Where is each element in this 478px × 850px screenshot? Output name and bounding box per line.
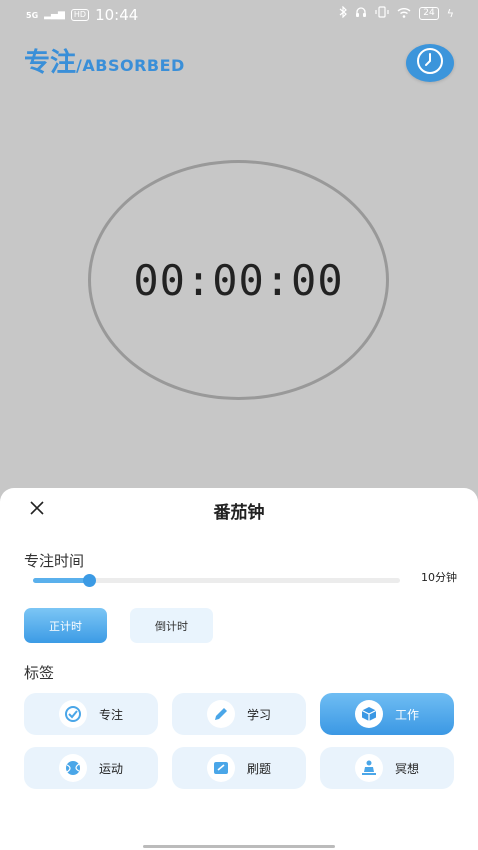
- tags-label: 标签: [24, 664, 55, 682]
- timer-display: 00:00:00: [133, 255, 344, 305]
- countdown-button[interactable]: 倒计时: [130, 608, 213, 643]
- meditation-icon: [354, 754, 383, 782]
- status-left: 5G ▂▄▆ HD 10:44: [26, 6, 138, 24]
- tag-label: 学习: [246, 707, 271, 722]
- edit-icon: [206, 754, 235, 782]
- slider-fill: [33, 578, 89, 583]
- timer-ring: 00:00:00: [88, 160, 389, 400]
- tag-label: 运动: [98, 761, 123, 776]
- clock-icon: [415, 46, 445, 80]
- tag-sport[interactable]: 运动: [24, 747, 158, 789]
- tag-study[interactable]: 学习: [172, 693, 306, 735]
- app-title: 专注 /ABSORBED: [24, 42, 185, 79]
- home-indicator[interactable]: [143, 845, 335, 848]
- box-icon: [354, 700, 383, 728]
- close-icon: [30, 500, 44, 519]
- pomodoro-sheet: 番茄钟 专注时间 10分钟 正计时 倒计时 标签 专注 学习 工作 运动 刷题 …: [0, 488, 478, 850]
- close-button[interactable]: [26, 498, 48, 520]
- app-title-en: /ABSORBED: [76, 56, 185, 75]
- status-right: 24 ϟ: [339, 5, 454, 21]
- bluetooth-icon: [339, 5, 348, 21]
- slider-thumb[interactable]: [83, 574, 96, 587]
- ball-icon: [58, 754, 87, 782]
- focus-time-slider[interactable]: [33, 574, 400, 587]
- battery-indicator: 24: [419, 7, 439, 20]
- check-circle-icon: [58, 700, 87, 728]
- slider-value: 10分钟: [421, 571, 457, 584]
- status-time: 10:44: [95, 6, 139, 24]
- signal-indicator: 5G: [26, 10, 39, 20]
- tag-label: 冥想: [394, 761, 419, 776]
- vibrate-icon: [375, 6, 389, 21]
- count-up-button[interactable]: 正计时: [24, 608, 107, 643]
- tag-meditation[interactable]: 冥想: [320, 747, 454, 789]
- clock-button[interactable]: [406, 44, 454, 82]
- tag-focus[interactable]: 专注: [24, 693, 158, 735]
- signal-bars-icon: ▂▄▆: [44, 10, 65, 20]
- hd-badge: HD: [70, 9, 90, 21]
- charging-icon: ϟ: [446, 7, 454, 20]
- tag-work[interactable]: 工作: [320, 693, 454, 735]
- wifi-icon: [397, 7, 411, 21]
- status-bar: 5G ▂▄▆ HD 10:44 24 ϟ: [0, 0, 478, 30]
- tag-label: 刷题: [246, 761, 271, 776]
- tag-label: 专注: [98, 707, 123, 722]
- headphones-icon: [355, 6, 367, 21]
- tag-practice[interactable]: 刷题: [172, 747, 306, 789]
- focus-time-label: 专注时间: [24, 552, 85, 570]
- sheet-title: 番茄钟: [213, 503, 265, 523]
- tag-label: 工作: [394, 707, 419, 722]
- pen-icon: [206, 700, 235, 728]
- app-title-cn: 专注: [24, 48, 77, 78]
